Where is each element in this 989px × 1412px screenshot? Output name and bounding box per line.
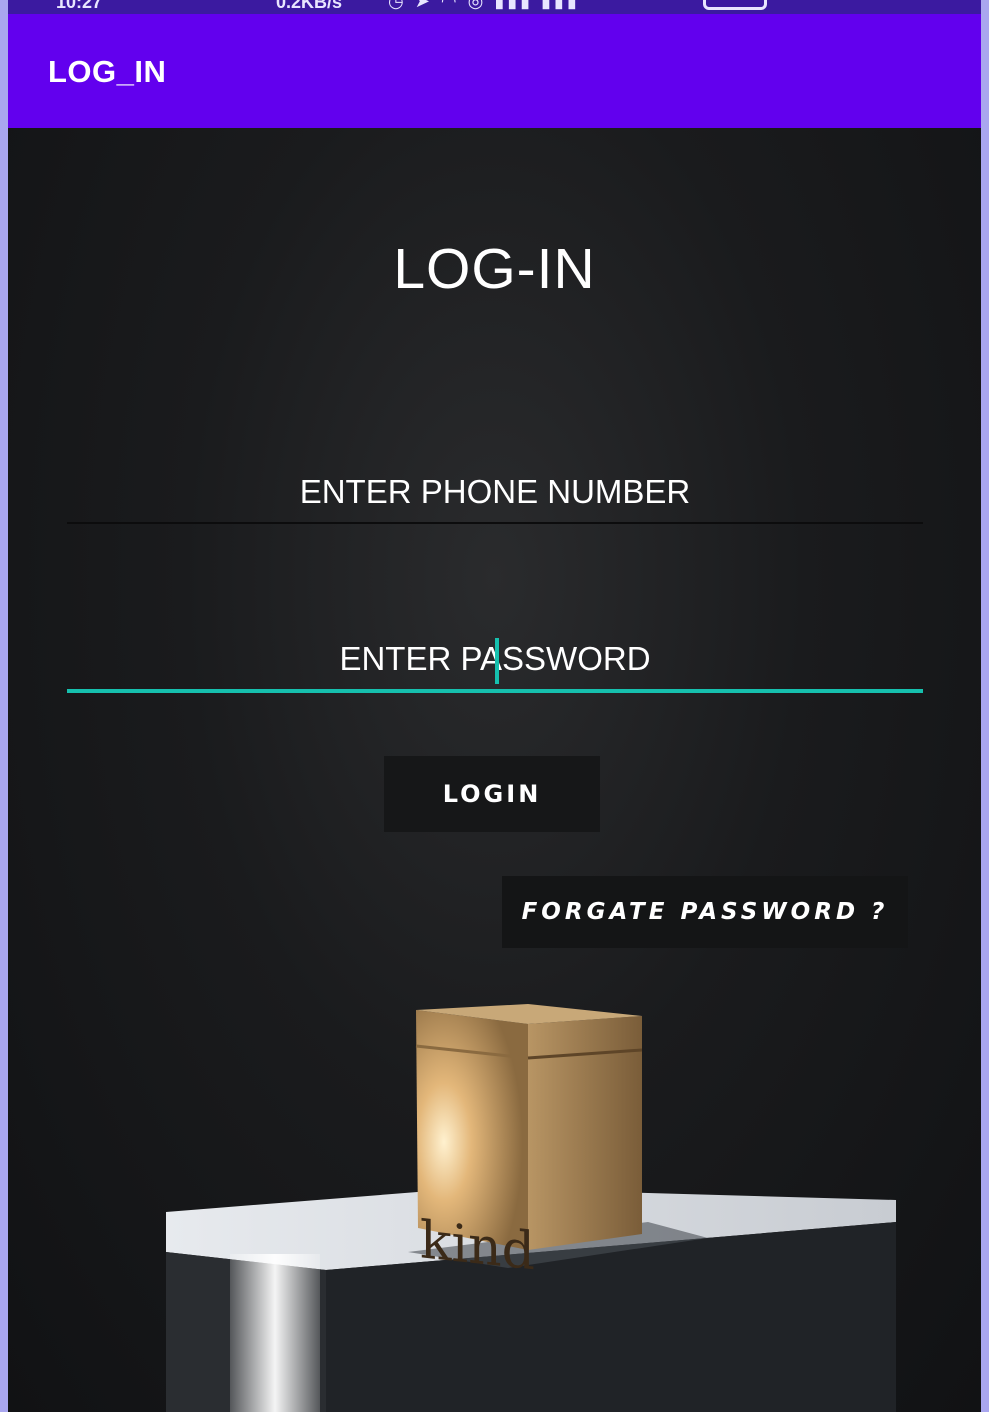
alarm-icon: ◷ — [388, 0, 407, 11]
data-saver-icon: ◎ — [467, 0, 487, 11]
text-cursor — [495, 638, 499, 684]
app-bar: LOG_IN — [8, 14, 981, 128]
forgot-password-button[interactable]: FORGATE PASSWORD ? — [502, 876, 908, 948]
network-speed: 0.2KB/s — [276, 0, 343, 12]
status-bar: 10:27 0.2KB/s ◷ ➤ ◠ ◎ ▮▮▮ ▮▮▮ — [8, 0, 981, 14]
page-title: LOG-IN — [393, 237, 596, 301]
location-icon: ➤ — [414, 0, 433, 11]
phone-screen: 10:27 0.2KB/s ◷ ➤ ◠ ◎ ▮▮▮ ▮▮▮ LOG_IN LOG… — [8, 0, 981, 1412]
battery-icon — [703, 0, 767, 10]
login-button[interactable]: LOGIN — [384, 756, 600, 832]
light-beam — [230, 1254, 320, 1412]
signal-icon: ▮▮▮ ▮▮▮ — [494, 0, 580, 11]
status-time: 10:27 — [56, 0, 103, 12]
status-icons: ◷ ➤ ◠ ◎ ▮▮▮ ▮▮▮ — [388, 0, 580, 12]
phone-number-input[interactable] — [67, 462, 923, 524]
wifi-icon: ◠ — [440, 0, 460, 11]
background-image: kind — [166, 1004, 896, 1412]
app-title: LOG_IN — [48, 54, 167, 89]
login-content: LOG-IN LOGIN FORGATE PASSWORD ? — [8, 128, 981, 1412]
box-label: kind — [420, 1210, 535, 1282]
